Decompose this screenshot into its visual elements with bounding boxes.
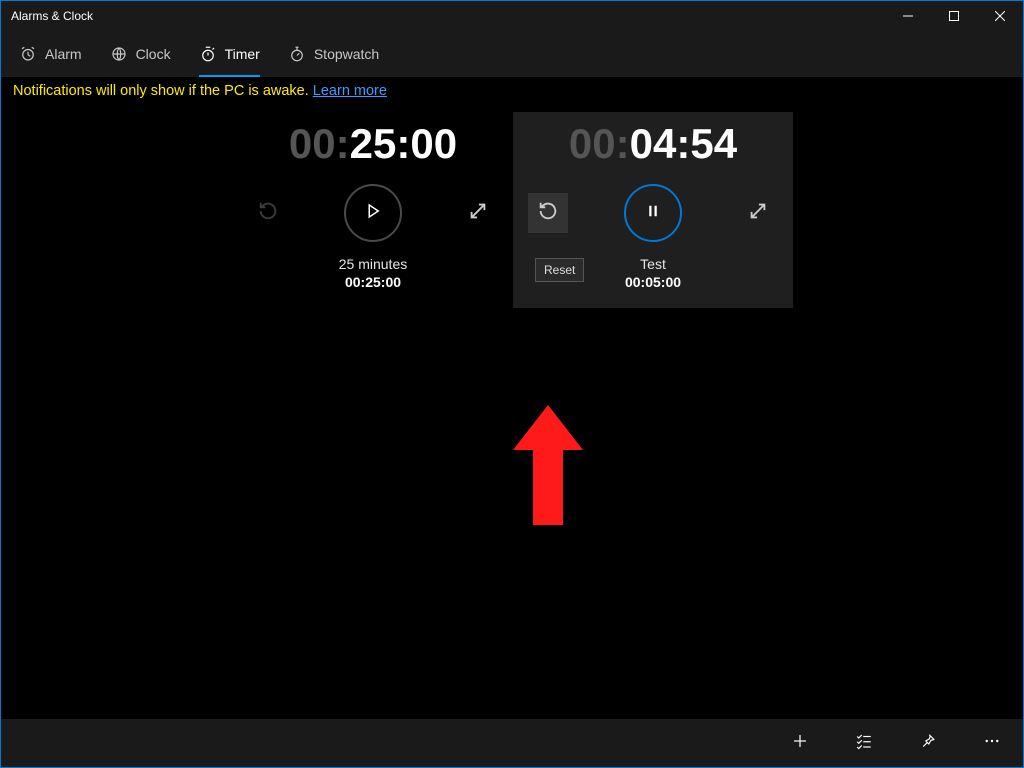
timer-card-25-minutes[interactable]: 00:25:00 25 minutes 00:25:00 bbox=[233, 112, 513, 308]
tab-stopwatch-label: Stopwatch bbox=[314, 46, 379, 62]
expand-button[interactable] bbox=[738, 193, 778, 233]
reset-button[interactable] bbox=[248, 193, 288, 233]
timer-label: 25 minutes bbox=[233, 256, 513, 272]
timer-icon bbox=[199, 45, 217, 63]
play-button[interactable] bbox=[344, 184, 402, 242]
tab-clock[interactable]: Clock bbox=[110, 31, 171, 77]
expand-icon bbox=[467, 200, 489, 227]
expand-button[interactable] bbox=[458, 193, 498, 233]
pin-icon bbox=[919, 732, 937, 755]
play-icon bbox=[364, 202, 382, 225]
tab-clock-label: Clock bbox=[136, 46, 171, 62]
edit-timers-button[interactable] bbox=[839, 719, 889, 767]
plus-icon bbox=[791, 732, 809, 755]
command-bar bbox=[1, 719, 1023, 767]
more-button[interactable] bbox=[967, 719, 1017, 767]
timer-footer: 25 minutes 00:25:00 bbox=[233, 256, 513, 290]
timer-readout: 00:04:54 bbox=[513, 120, 793, 168]
timer-readout: 00:25:00 bbox=[233, 120, 513, 168]
reset-button[interactable] bbox=[528, 193, 568, 233]
notification-text: Notifications will only show if the PC i… bbox=[13, 83, 313, 99]
pin-button[interactable] bbox=[903, 719, 953, 767]
window-controls bbox=[885, 1, 1023, 31]
tab-alarm-label: Alarm bbox=[45, 46, 82, 62]
annotation-arrow bbox=[513, 405, 583, 525]
clock-icon bbox=[110, 45, 128, 63]
tab-strip: Alarm Clock Timer Stopwatch bbox=[1, 31, 1023, 77]
timer-grid: 00:25:00 25 minutes 00:25:00 bbox=[1, 109, 1023, 717]
reset-tooltip: Reset bbox=[535, 258, 584, 282]
maximize-button[interactable] bbox=[931, 1, 977, 31]
timer-controls bbox=[513, 184, 793, 242]
more-icon bbox=[983, 732, 1001, 755]
close-button[interactable] bbox=[977, 1, 1023, 31]
alarm-icon bbox=[19, 45, 37, 63]
window-title: Alarms & Clock bbox=[11, 9, 93, 23]
expand-icon bbox=[747, 200, 769, 227]
tab-alarm[interactable]: Alarm bbox=[19, 31, 82, 77]
tab-timer[interactable]: Timer bbox=[199, 31, 260, 77]
notification-link[interactable]: Learn more bbox=[313, 83, 387, 99]
tab-timer-label: Timer bbox=[225, 46, 260, 62]
list-check-icon bbox=[855, 732, 873, 755]
reset-icon bbox=[537, 200, 559, 227]
notification-bar: Notifications will only show if the PC i… bbox=[1, 77, 1023, 109]
timer-controls bbox=[233, 184, 513, 242]
reset-icon bbox=[257, 200, 279, 227]
stopwatch-icon bbox=[288, 45, 306, 63]
title-bar: Alarms & Clock bbox=[1, 1, 1023, 31]
timer-duration: 00:25:00 bbox=[233, 274, 513, 290]
minimize-button[interactable] bbox=[885, 1, 931, 31]
timer-card-test[interactable]: 00:04:54 Reset Test 00:05:00 bbox=[513, 112, 793, 308]
tab-stopwatch[interactable]: Stopwatch bbox=[288, 31, 379, 77]
pause-button[interactable] bbox=[624, 184, 682, 242]
add-timer-button[interactable] bbox=[775, 719, 825, 767]
pause-icon bbox=[644, 202, 662, 225]
